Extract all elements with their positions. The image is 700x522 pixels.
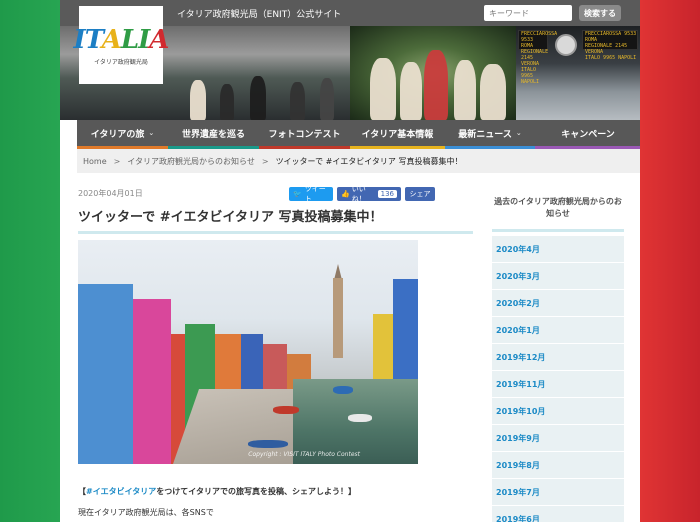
nav-item-travel[interactable]: イタリアの旅 ⌄ <box>77 120 168 149</box>
nav-item-photo-contest[interactable]: フォトコンテスト <box>259 120 350 149</box>
search-button[interactable]: 検索する <box>579 5 621 21</box>
nav-item-basic-info[interactable]: イタリア基本情報 <box>350 120 445 149</box>
hero-photo-painting <box>350 26 516 120</box>
breadcrumb-separator: > <box>261 156 269 166</box>
hashtag-link[interactable]: #イエタビイタリア <box>86 487 156 496</box>
chevron-down-icon: ⌄ <box>148 129 155 137</box>
trenitalia-icon <box>555 34 577 56</box>
search-input[interactable] <box>484 5 572 21</box>
archive-item[interactable]: 2019年10月 <box>492 398 624 425</box>
breadcrumb-home[interactable]: Home <box>83 157 107 166</box>
archive-item[interactable]: 2019年11月 <box>492 371 624 398</box>
breadcrumb-current: ツイッターで #イエタビイタリア 写真投稿募集中！ <box>275 156 463 166</box>
departure-board: FRECCIAROSSA 9533 ROMA REGIONALE 2145 VE… <box>518 30 557 85</box>
archive-item[interactable]: 2019年9月 <box>492 425 624 452</box>
post-date: 2020年04月01日 <box>78 189 143 198</box>
facebook-share-button[interactable]: シェア <box>405 187 435 201</box>
logo[interactable]: ITALIA イタリア政府観光局 <box>74 6 169 84</box>
nav-item-world-heritage[interactable]: 世界遺産を巡る <box>168 120 259 149</box>
logo-subtitle: イタリア政府観光局 <box>94 58 148 66</box>
archive-list: 2020年4月 2020年3月 2020年2月 2020年1月 2019年12月… <box>492 236 624 522</box>
chevron-down-icon: ⌄ <box>515 129 522 137</box>
archive-item[interactable]: 2019年6月 <box>492 506 624 522</box>
archive-item[interactable]: 2020年3月 <box>492 263 624 290</box>
like-count: 136 <box>377 190 397 198</box>
site-title: イタリア政府観光局（ENIT）公式サイト <box>177 10 342 20</box>
twitter-bird-icon: 🐦 <box>293 190 302 198</box>
archive-item[interactable]: 2020年1月 <box>492 317 624 344</box>
archive-item[interactable]: 2020年4月 <box>492 236 624 263</box>
post-title: ツイッターで #イエタビイタリア 写真投稿募集中！ <box>78 206 473 234</box>
breadcrumb: Home > イタリア政府観光局からのお知らせ > ツイッターで #イエタビイタ… <box>77 149 640 173</box>
main-nav: イタリアの旅 ⌄ 世界遺産を巡る フォトコンテスト イタリア基本情報 最新ニュース… <box>77 120 640 149</box>
photo-credit: Copyright : VISIT ITALY Photo Contest <box>248 451 360 458</box>
tweet-button[interactable]: 🐦 ツイート <box>289 185 333 203</box>
logo-wordmark: ITALIA <box>73 24 170 55</box>
facebook-like-button[interactable]: 👍 いいね！ 136 <box>337 185 401 203</box>
archive-item[interactable]: 2019年7月 <box>492 479 624 506</box>
page: イタリア政府観光局（ENIT）公式サイト 検索する ITALIA イタリア政府観… <box>60 0 640 522</box>
hero-photo-departures: FRECCIAROSSA 9533 ROMA REGIONALE 2145 VE… <box>516 26 640 120</box>
archive-item[interactable]: 2019年12月 <box>492 344 624 371</box>
breadcrumb-separator: > <box>113 156 121 166</box>
archive-item[interactable]: 2019年8月 <box>492 452 624 479</box>
post-caption: 【#イエタビイタリアをつけてイタリアでの旅写真を投稿、シェアしよう！】 <box>78 487 356 496</box>
archive-item[interactable]: 2020年2月 <box>492 290 624 317</box>
breadcrumb-parent[interactable]: イタリア政府観光局からのお知らせ <box>127 156 255 167</box>
thumbs-up-icon: 👍 <box>341 190 350 198</box>
sidebar-heading: 過去のイタリア政府観光局からのお知らせ <box>492 193 624 232</box>
post-body: 現在イタリア政府観光局は、各SNSで <box>78 508 214 517</box>
post-photo-burano: Copyright : VISIT ITALY Photo Contest <box>78 240 418 464</box>
nav-item-latest-news[interactable]: 最新ニュース ⌄ <box>445 120 535 149</box>
nav-item-campaign[interactable]: キャンペーン <box>535 120 640 149</box>
